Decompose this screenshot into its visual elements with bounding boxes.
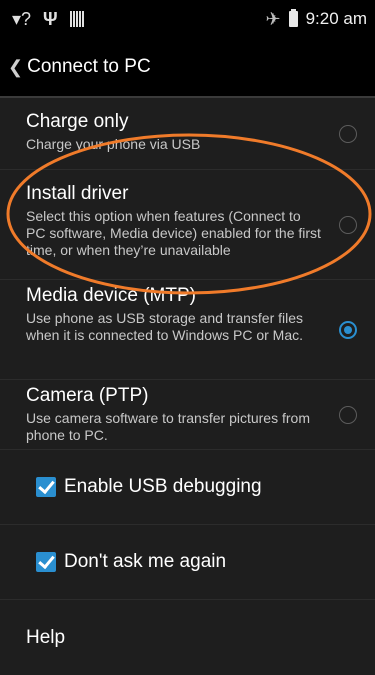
enable-usb-debugging-checkbox[interactable]: [36, 477, 56, 497]
dont-ask-again-checkbox[interactable]: [36, 552, 56, 572]
radio-install-driver[interactable]: [339, 215, 357, 234]
airplane-mode-icon: ✈: [265, 8, 281, 29]
wifi-question-icon: ▾?: [12, 8, 32, 29]
barcode-icon: [69, 11, 84, 27]
checkbox-label: Enable USB debugging: [64, 476, 262, 497]
option-charge-only[interactable]: Charge only Charge your phone via USB: [0, 98, 375, 170]
page-title: Connect to PC: [27, 56, 151, 77]
option-media-device-mtp[interactable]: Media device (MTP) Use phone as USB stor…: [0, 280, 375, 380]
option-camera-ptp[interactable]: Camera (PTP) Use camera software to tran…: [0, 380, 375, 450]
radio-camera-ptp[interactable]: [339, 405, 357, 424]
connection-options-list: Charge only Charge your phone via USB In…: [0, 98, 375, 675]
status-bar: ▾? Ψ ✈ 9:20 am: [0, 0, 375, 38]
enable-usb-debugging-row[interactable]: Enable USB debugging: [0, 450, 375, 525]
option-description: Use camera software to transfer pictures…: [26, 410, 310, 443]
radio-media-device-mtp[interactable]: [339, 320, 357, 339]
radio-charge-only[interactable]: [339, 124, 357, 143]
option-title: Charge only: [26, 111, 129, 132]
usb-icon: Ψ: [43, 8, 58, 29]
option-description: Use phone as USB storage and transfer fi…: [26, 310, 304, 343]
help-label: Help: [26, 626, 66, 648]
checkbox-label: Don't ask me again: [64, 551, 227, 572]
status-left-icons: ▾? Ψ: [12, 9, 265, 30]
help-item[interactable]: Help: [0, 600, 375, 675]
option-title: Camera (PTP): [26, 385, 149, 406]
option-title: Media device (MTP): [26, 285, 196, 306]
option-install-driver[interactable]: Install driver Select this option when f…: [0, 170, 375, 280]
option-title: Install driver: [26, 183, 129, 204]
option-description: Charge your phone via USB: [26, 136, 201, 152]
status-right-icons: ✈ 9:20 am: [265, 9, 367, 30]
dont-ask-again-row[interactable]: Don't ask me again: [0, 525, 375, 600]
option-description: Select this option when features (Connec…: [26, 208, 321, 258]
action-bar[interactable]: ❮ Connect to PC: [0, 38, 375, 98]
chevron-left-icon[interactable]: ❮: [8, 57, 23, 78]
clock: 9:20 am: [305, 9, 367, 28]
battery-icon: [288, 9, 298, 27]
